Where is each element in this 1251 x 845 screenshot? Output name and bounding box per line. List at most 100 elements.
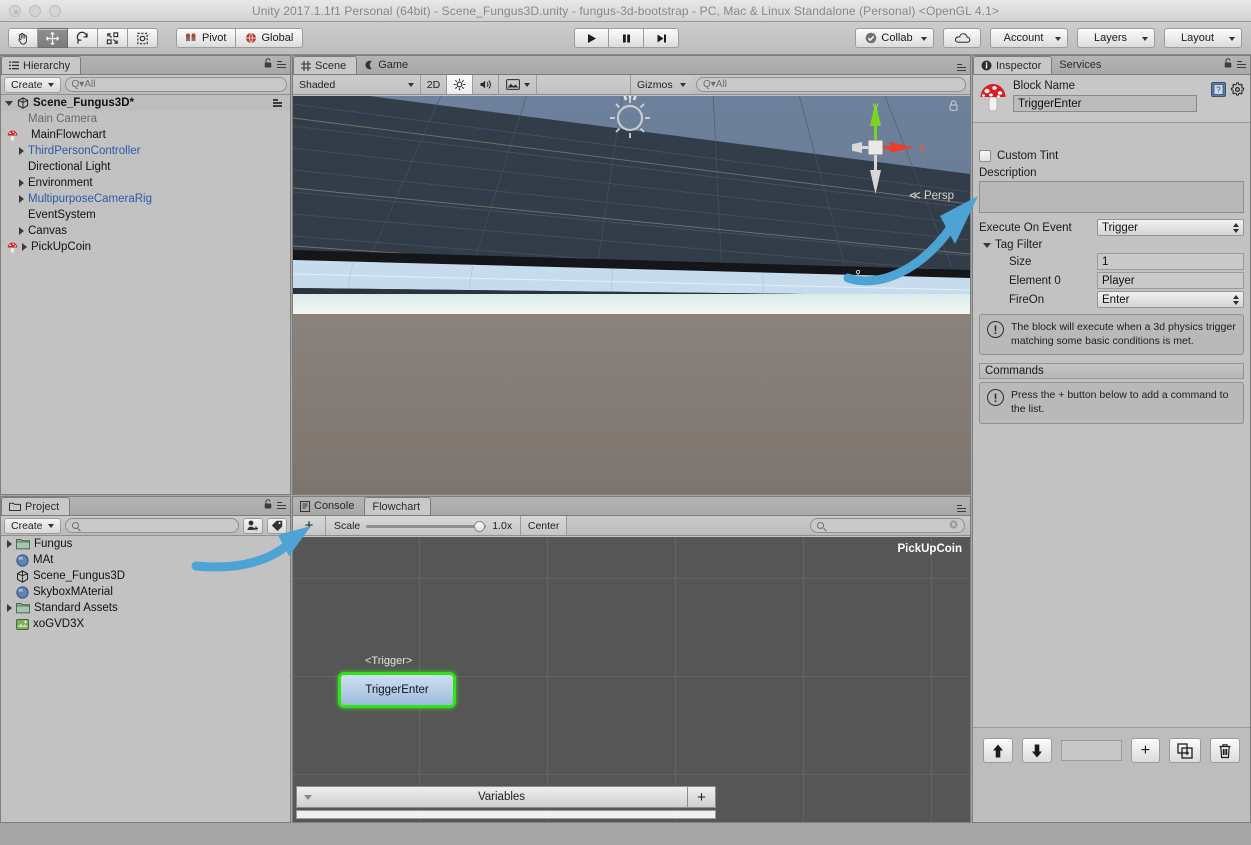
hierarchy-search-input[interactable]: Q▾All: [65, 77, 287, 92]
project-tab-icons[interactable]: [264, 499, 286, 512]
hierarchy-item-pickupcoin[interactable]: PickUpCoin: [1, 239, 290, 255]
tag-filter-foldout[interactable]: Tag Filter: [979, 239, 1244, 251]
hierarchy-create-button[interactable]: Create: [4, 77, 61, 93]
move-command-up-button[interactable]: [983, 738, 1013, 763]
add-command-button[interactable]: +: [1131, 738, 1160, 763]
scene-fx-dropdown[interactable]: [499, 75, 537, 94]
gizmos-dropdown[interactable]: Gizmos: [630, 75, 692, 94]
rotate-tool-icon[interactable]: [68, 28, 98, 48]
size-input[interactable]: 1: [1097, 253, 1244, 270]
block-name-input[interactable]: TriggerEnter: [1013, 95, 1197, 112]
cloud-button[interactable]: [943, 28, 981, 48]
pivot-button[interactable]: Pivot: [176, 28, 236, 48]
chevron-right-icon[interactable]: [19, 179, 24, 187]
panel-menu-icon[interactable]: [1237, 61, 1246, 69]
hierarchy-item-environment[interactable]: Environment: [1, 175, 290, 191]
element0-input[interactable]: Player: [1097, 272, 1244, 289]
move-tool-icon[interactable]: [38, 28, 68, 48]
tab-hierarchy[interactable]: Hierarchy: [1, 56, 81, 74]
scale-slider-handle[interactable]: [474, 521, 485, 532]
project-list[interactable]: FungusMAtScene_Fungus3DSkyboxMAterialSta…: [1, 536, 290, 822]
lock-icon[interactable]: [1224, 58, 1232, 71]
tab-console[interactable]: Console: [293, 497, 364, 515]
scene-menu-icon[interactable]: [273, 99, 282, 107]
chevron-right-icon[interactable]: [7, 604, 12, 612]
inspector-help-icon[interactable]: ?: [1211, 82, 1226, 100]
scene-search-input[interactable]: Q▾All: [696, 77, 966, 92]
chevron-right-icon[interactable]: [19, 147, 24, 155]
layout-button[interactable]: Layout: [1164, 28, 1242, 48]
project-filter-label-button[interactable]: [267, 518, 287, 534]
custom-tint-checkbox[interactable]: [979, 150, 991, 162]
flowchart-search-input[interactable]: [810, 518, 965, 533]
project-item-scene-fungus3d[interactable]: Scene_Fungus3D: [1, 568, 290, 584]
panel-menu-icon[interactable]: [277, 502, 286, 510]
tab-services[interactable]: Services: [1052, 56, 1111, 74]
transform-tools[interactable]: [8, 28, 158, 48]
tab-flowchart[interactable]: Flowchart: [364, 497, 431, 515]
project-item-standard-assets[interactable]: Standard Assets: [1, 600, 290, 616]
chevron-down-icon[interactable]: [983, 243, 991, 248]
global-button[interactable]: Global: [236, 28, 303, 48]
move-command-down-button[interactable]: [1022, 738, 1052, 763]
project-item-xogvd3x[interactable]: xoGVD3X: [1, 616, 290, 632]
size-row[interactable]: Size 1: [979, 253, 1244, 270]
panel-menu-icon[interactable]: [277, 61, 286, 69]
chevron-right-icon[interactable]: [19, 195, 24, 203]
pivot-controls[interactable]: Pivot Global: [176, 28, 303, 48]
flowchart-tab-icons[interactable]: [957, 505, 966, 513]
flowchart-block-triggerenter[interactable]: TriggerEnter: [338, 672, 456, 708]
lock-icon[interactable]: [264, 58, 272, 71]
lock-icon[interactable]: [264, 499, 272, 512]
variables-bar[interactable]: Variables +: [296, 786, 716, 808]
fireon-dropdown[interactable]: Enter: [1097, 291, 1244, 308]
project-item-skyboxmaterial[interactable]: SkyboxMAterial: [1, 584, 290, 600]
scale-slider[interactable]: [366, 520, 486, 532]
scene-2d-toggle[interactable]: 2D: [421, 75, 447, 94]
layers-button[interactable]: Layers: [1077, 28, 1155, 48]
custom-tint-row[interactable]: Custom Tint: [979, 150, 1244, 162]
fireon-row[interactable]: FireOn Enter: [979, 291, 1244, 308]
tab-project[interactable]: Project: [1, 497, 70, 515]
account-button[interactable]: Account: [990, 28, 1068, 48]
flowchart-horizontal-scrollbar[interactable]: [296, 810, 716, 819]
project-item-mat[interactable]: MAt: [1, 552, 290, 568]
panel-menu-icon[interactable]: [957, 505, 966, 513]
duplicate-command-button[interactable]: [1169, 738, 1201, 763]
hierarchy-item-multipurposecamerarig[interactable]: MultipurposeCameraRig: [1, 191, 290, 207]
hierarchy-item-mainflowchart[interactable]: MainFlowchart: [1, 127, 290, 143]
add-variable-button[interactable]: +: [687, 787, 715, 807]
clear-search-icon[interactable]: [949, 520, 958, 532]
add-block-button[interactable]: +: [293, 516, 326, 535]
scene-lighting-toggle[interactable]: [447, 75, 473, 94]
hierarchy-item-eventsystem[interactable]: EventSystem: [1, 207, 290, 223]
scene-audio-toggle[interactable]: [473, 75, 499, 94]
scale-tool-icon[interactable]: [98, 28, 128, 48]
tab-game[interactable]: Game: [357, 56, 418, 74]
execute-on-event-dropdown[interactable]: Trigger: [1097, 219, 1244, 236]
flowchart-canvas[interactable]: PickUpCoin <Trigger> TriggerEnter Variab…: [293, 537, 970, 822]
scene-lock-icon[interactable]: [949, 100, 958, 114]
description-textarea[interactable]: [979, 181, 1244, 213]
collab-button[interactable]: Collab: [855, 28, 934, 48]
inspector-gear-icon[interactable]: [1230, 82, 1245, 100]
variables-foldout-icon[interactable]: [304, 795, 312, 800]
hand-tool-icon[interactable]: [8, 28, 38, 48]
scene-tab-icons[interactable]: [957, 64, 966, 72]
panel-menu-icon[interactable]: [957, 64, 966, 72]
center-button[interactable]: Center: [521, 516, 567, 535]
step-button[interactable]: [644, 28, 679, 48]
scene-perspective-label[interactable]: ≪Persp: [909, 188, 954, 202]
flowchart-scale-group[interactable]: Scale 1.0x: [326, 516, 521, 535]
hierarchy-list[interactable]: Scene_Fungus3D* Main CameraMainFlowchart…: [1, 95, 290, 494]
rect-tool-icon[interactable]: [128, 28, 158, 48]
playback-controls[interactable]: [574, 28, 679, 48]
hierarchy-item-thirdpersoncontroller[interactable]: ThirdPersonController: [1, 143, 290, 159]
hierarchy-scene-root[interactable]: Scene_Fungus3D*: [1, 95, 290, 111]
shading-mode-dropdown[interactable]: Shaded: [293, 75, 421, 94]
chevron-right-icon[interactable]: [7, 540, 12, 548]
hierarchy-item-directional-light[interactable]: Directional Light: [1, 159, 290, 175]
command-search-input[interactable]: [1061, 740, 1122, 761]
project-filter-type-button[interactable]: [243, 518, 263, 534]
play-button[interactable]: [574, 28, 609, 48]
